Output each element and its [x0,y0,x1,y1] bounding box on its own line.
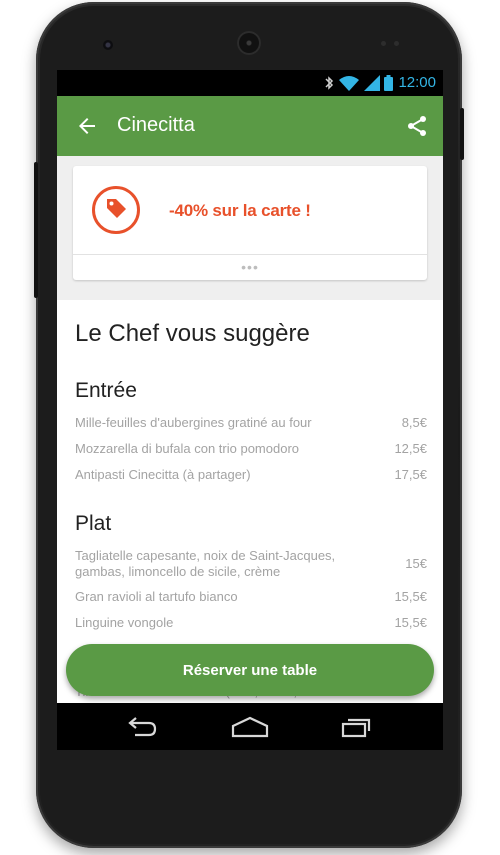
menu-item-name: Tagliatelle capesante, noix de Saint-Jac… [75,548,336,579]
status-clock: 12:00 [398,74,436,91]
volume-button [34,162,38,298]
menu-item-name: Mille-feuilles d'aubergines gratiné au f… [75,415,312,430]
menu-item-price: 15€ [405,556,427,571]
status-icons [324,75,393,91]
nav-home-icon[interactable] [230,715,270,739]
nav-recents-icon[interactable] [337,715,377,739]
status-bar: 12:00 [57,70,443,96]
menu-item-name: Antipasti Cinecitta (à partager) [75,467,251,482]
menu-item-name: Gran ravioli al tartufo bianco [75,589,238,604]
promo-card[interactable]: -40% sur la carte ! ••• [73,166,427,280]
menu-item-name: Linguine vongole [75,615,174,630]
promo-divider [73,254,427,255]
more-options-icon[interactable]: ••• [73,260,427,274]
menu-item-price: 8,5€ [401,415,427,430]
share-icon[interactable] [405,114,429,138]
signal-icon [364,75,380,91]
power-button [460,108,464,160]
bluetooth-icon [325,76,334,90]
section-title-plat: Plat [75,512,112,535]
menu-item-name: Mozzarella di bufala con trio pomodoro [75,441,300,456]
proximity-sensor [381,41,386,46]
arrow-back-icon[interactable] [75,114,99,138]
earpiece-speaker [237,31,261,55]
app-bar: Cinecitta [57,96,443,156]
battery-icon [384,75,393,91]
menu-item-price: 12,5€ [394,441,427,456]
section-title-entree: Entrée [75,379,137,402]
menu-item-price: 17,5€ [394,467,427,482]
promo-text: -40% sur la carte ! [169,201,311,220]
wifi-icon [339,76,359,91]
price-tag-glyph [107,199,126,218]
promo-area: -40% sur la carte ! ••• [57,156,443,300]
menu-item-price: 15,5€ [394,589,427,604]
nav-back-icon[interactable] [121,715,161,739]
screen: 12:00 Cinecitta -40% sur la carte ! ••• … [57,70,443,750]
system-nav-bar [57,703,443,750]
light-sensor [394,41,399,46]
price-tag-icon [92,186,140,234]
page-title: Cinecitta [117,114,195,136]
menu-item-price: 15,5€ [394,615,427,630]
reserve-table-button[interactable]: Réserver une table [66,644,434,696]
menu-title: Le Chef vous suggère [75,320,310,347]
front-camera [103,40,113,50]
